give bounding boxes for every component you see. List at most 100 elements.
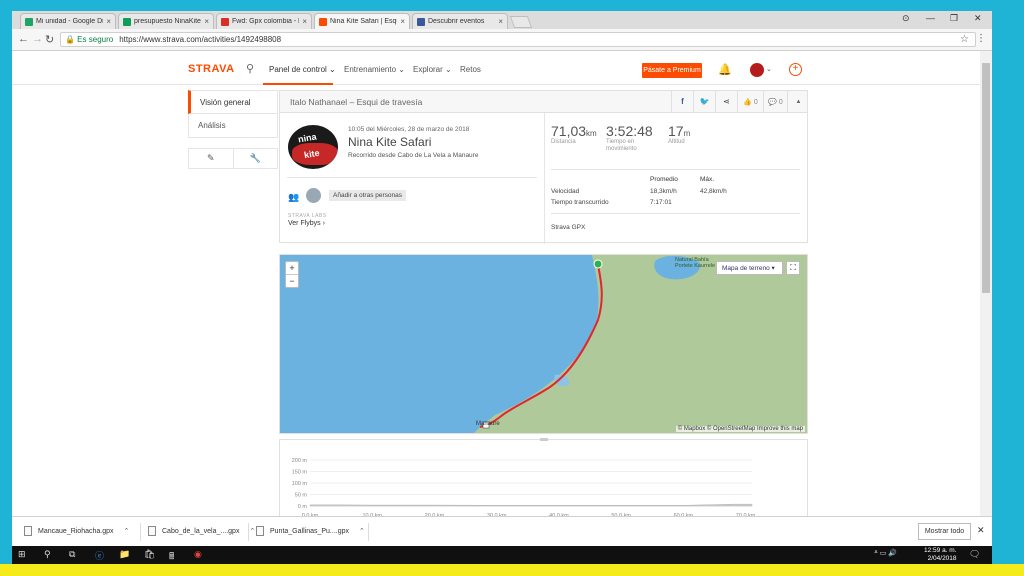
premium-button[interactable]: Pásate a Premium	[642, 63, 702, 78]
activity-header-title: Italo Nathanael – Esqui de travesía	[290, 97, 423, 107]
tab-presupuesto[interactable]: presupuesto NinaKite Safari ×	[118, 13, 214, 29]
show-all-downloads-button[interactable]: Mostrar todo	[918, 523, 971, 540]
athlete-avatar[interactable]	[306, 188, 321, 203]
activity-header: Italo Nathanael – Esqui de travesía f 🐦 …	[280, 91, 807, 113]
wrench-icon[interactable]: 🔧	[234, 149, 278, 168]
activity-description: Recorrido desde Cabo de La Vela a Manaur…	[348, 152, 479, 159]
facebook-share-icon[interactable]: f	[671, 91, 693, 112]
strava-logo[interactable]: STRAVA	[188, 63, 235, 75]
speed-average: 18,3km/h	[650, 188, 677, 195]
file-icon	[256, 526, 264, 536]
close-icon[interactable]: ×	[498, 17, 503, 26]
divider	[287, 177, 537, 178]
store-icon[interactable]: 🛍	[144, 549, 155, 560]
search-icon[interactable]: ⚲	[246, 62, 254, 75]
clock[interactable]: 12:59 a. m. 2/04/2018	[924, 547, 957, 563]
zoom-in-button[interactable]: +	[286, 262, 298, 275]
divider	[551, 213, 800, 214]
park-label: Natural Bahía Portete Kaurrele	[675, 257, 716, 269]
new-tab-button[interactable]	[509, 16, 533, 28]
sidebar-item-analisis[interactable]: Análisis	[188, 114, 278, 138]
yellow-bottom-band	[0, 564, 1024, 576]
download-item[interactable]: Punta_Gallinas_Pu....gpx ⌃	[256, 526, 365, 536]
calculator-icon[interactable]: 🖩	[169, 549, 174, 564]
scrollbar-thumb[interactable]	[982, 63, 990, 293]
nav-panel-de-control[interactable]: Panel de control ⌄	[269, 65, 336, 74]
forward-icon[interactable]: →	[32, 33, 43, 45]
table-head-average: Promedio	[650, 176, 678, 183]
file-explorer-icon[interactable]: 📁	[119, 549, 130, 560]
collapse-icon[interactable]: ▲	[787, 91, 809, 112]
comments-button[interactable]: 💬 0	[763, 91, 787, 112]
tab-gmail[interactable]: Fwd: Gpx colombia - hotmail ×	[216, 13, 312, 29]
tab-facebook-events[interactable]: Descubrir eventos ×	[412, 13, 508, 29]
twitter-share-icon[interactable]: 🐦	[693, 91, 715, 112]
bookmark-star-icon[interactable]: ☆	[960, 34, 969, 45]
download-item[interactable]: Cabo_de_la_vela_....gpx ⌃	[148, 526, 255, 536]
nav-retos[interactable]: Retos	[460, 65, 481, 74]
browser-menu-icon[interactable]: ⋮	[976, 33, 986, 44]
map-attribution[interactable]: © Mapbox © OpenStreetMap Improve this ma…	[675, 426, 805, 432]
activity-panel: Italo Nathanael – Esqui de travesía f 🐦 …	[279, 90, 808, 244]
restore-icon[interactable]: ❐	[950, 13, 958, 24]
close-icon[interactable]: ×	[302, 17, 307, 26]
close-icon[interactable]: ✕	[977, 525, 985, 536]
chevron-down-icon[interactable]: ⌄	[766, 65, 772, 73]
address-bar: ← → ↻ 🔒 Es seguro https://www.strava.com…	[12, 29, 992, 51]
close-icon[interactable]: ×	[106, 17, 111, 26]
elevation-chart[interactable]: 200 m150 m100 m50 m0 m0,0 km10,0 km20,0 …	[280, 440, 809, 518]
flyby-link[interactable]: Ver Flybys ›	[288, 220, 325, 227]
notifications-bell-icon[interactable]: 🔔	[718, 63, 732, 76]
speed-max: 42,8km/h	[700, 188, 727, 195]
map-canvas[interactable]	[280, 255, 808, 434]
stat-elevation: 17m Altitud	[668, 123, 691, 145]
fullscreen-icon[interactable]: ⛶	[786, 261, 800, 275]
back-icon[interactable]: ←	[18, 33, 29, 45]
activity-name: Nina Kite Safari	[348, 135, 432, 149]
tab-google-drive[interactable]: Mi unidad - Google Drive ×	[20, 13, 116, 29]
system-tray-icons[interactable]: ᐞ ▭ 🔊	[874, 549, 897, 557]
secure-badge[interactable]: 🔒 Es seguro	[65, 35, 113, 44]
chevron-up-icon[interactable]: ⌃	[124, 527, 130, 535]
url-input[interactable]: 🔒 Es seguro https://www.strava.com/activ…	[60, 32, 976, 47]
sidebar-tools: ✎ 🔧	[188, 148, 278, 169]
activity-sidebar: Visión general Análisis ✎ 🔧	[188, 90, 278, 169]
close-icon[interactable]: ×	[204, 17, 209, 26]
user-avatar[interactable]	[750, 63, 764, 77]
add-activity-button[interactable]: +	[789, 63, 802, 76]
edge-icon[interactable]: ⓔ	[95, 549, 104, 562]
add-people-button[interactable]: Añadir a otras personas	[329, 190, 407, 201]
task-view-icon[interactable]: ⧉	[69, 549, 75, 560]
kudos-button[interactable]: 👍 0	[737, 91, 763, 112]
zoom-out-button[interactable]: −	[286, 275, 298, 288]
nav-active-indicator	[263, 83, 333, 85]
chevron-up-icon[interactable]: ⌃	[359, 527, 365, 535]
y-tick-label: 0 m	[298, 504, 308, 510]
nav-entrenamiento[interactable]: Entrenamiento ⌄	[344, 65, 405, 74]
edit-pencil-icon[interactable]: ✎	[189, 149, 234, 168]
notifications-icon[interactable]: 🗨	[969, 549, 980, 560]
tab-strava[interactable]: Nina Kite Safari | Esqui de travesia ×	[314, 13, 410, 29]
search-icon[interactable]: ⚲	[44, 549, 51, 560]
map-type-select[interactable]: Mapa de terreno ▾	[716, 261, 783, 275]
close-icon[interactable]: ×	[400, 17, 405, 26]
page-scrollbar[interactable]	[980, 51, 992, 516]
windows-taskbar: ⊞ ⚲ ⧉ ⓔ 📁 🛍 🖩 ◉ ᐞ ▭ 🔊 12:59 a. m. 2/04/2…	[12, 546, 992, 564]
windows-start-icon[interactable]: ⊞	[18, 549, 26, 560]
club-logo: nina kite	[288, 125, 338, 169]
browser-window: Mi unidad - Google Drive × presupuesto N…	[12, 11, 992, 564]
zoom-control: + −	[285, 261, 299, 288]
chevron-up-icon[interactable]: ⌃	[249, 527, 255, 535]
window-close-icon[interactable]: ✕	[974, 13, 982, 24]
chrome-icon[interactable]: ◉	[194, 549, 202, 560]
profile-icon[interactable]: ⊙	[902, 13, 910, 24]
sidebar-item-vision-general[interactable]: Visión general	[188, 90, 278, 114]
minimize-icon[interactable]: —	[926, 13, 935, 23]
elapsed-label: Tiempo transcurrido	[551, 199, 609, 206]
route-map[interactable]: + − Natural Bahía Portete Kaurrele Manau…	[279, 254, 808, 434]
file-icon	[148, 526, 156, 536]
share-icon[interactable]: ⋖	[715, 91, 737, 112]
reload-icon[interactable]: ↻	[45, 33, 54, 46]
download-item[interactable]: Mancaue_Riohacha.gpx ⌃	[24, 526, 129, 536]
nav-explorar[interactable]: Explorar ⌄	[413, 65, 452, 74]
